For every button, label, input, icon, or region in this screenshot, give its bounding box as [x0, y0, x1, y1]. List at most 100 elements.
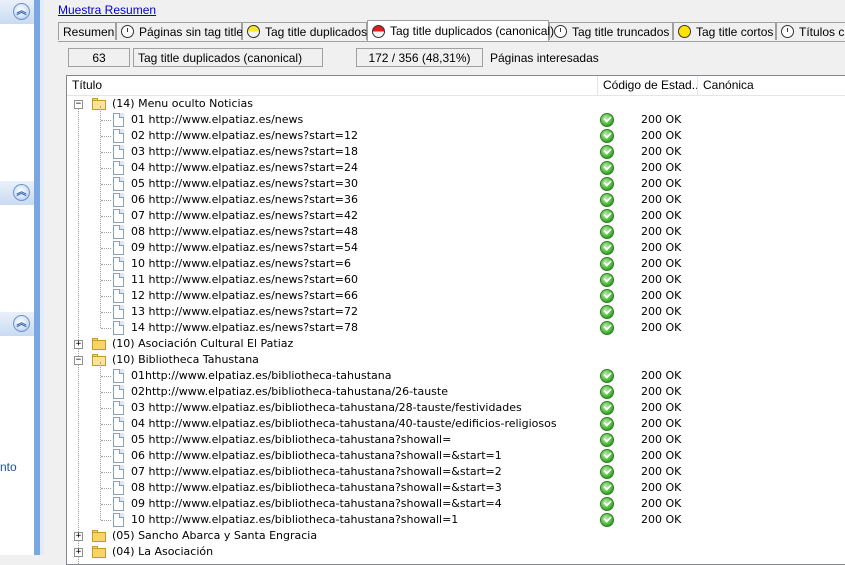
- tab-label: Tag title duplicados: [265, 24, 368, 39]
- checkmark-ok-icon: [600, 369, 614, 383]
- checkmark-ok-icon: [600, 433, 614, 447]
- table-row[interactable]: 05 http://www.elpatiaz.es/news?start=30 2…: [67, 176, 845, 192]
- column-header: Título Código de Estad... Canónica: [67, 76, 845, 96]
- expand-toggle-icon[interactable]: +: [74, 532, 83, 541]
- group-label: (10) Asociación Cultural El Patiaz: [112, 337, 294, 350]
- status-code: 200 OK: [641, 401, 682, 414]
- page-url: 05 http://www.elpatiaz.es/bibliotheca-ta…: [131, 433, 452, 446]
- tree-connector: [101, 328, 111, 330]
- tree-connector: [101, 440, 111, 442]
- table-row[interactable]: 03 http://www.elpatiaz.es/news?start=18 2…: [67, 144, 845, 160]
- tree-rows: − (14) Menu oculto Noticias 01 http://www.…: [67, 96, 845, 564]
- category-box: Tag title duplicados (canonical): [133, 48, 323, 67]
- table-row[interactable]: 05 http://www.elpatiaz.es/bibliotheca-ta…: [67, 432, 845, 448]
- expand-toggle-icon[interactable]: +: [74, 548, 83, 557]
- table-row[interactable]: 06 http://www.elpatiaz.es/news?start=36 2…: [67, 192, 845, 208]
- table-row[interactable]: 01http://www.elpatiaz.es/bibliotheca-tah…: [67, 368, 845, 384]
- page-icon: [113, 273, 124, 287]
- table-row[interactable]: 09 http://www.elpatiaz.es/news?start=54 2…: [67, 240, 845, 256]
- page-url: 01 http://www.elpatiaz.es/news: [131, 113, 304, 126]
- status-code: 200 OK: [641, 481, 682, 494]
- status-code: 200 OK: [641, 369, 682, 382]
- tree-connector: [101, 248, 111, 250]
- sidebar-partial-text[interactable]: nto: [0, 460, 17, 474]
- table-row[interactable]: 04 http://www.elpatiaz.es/news?start=24 2…: [67, 160, 845, 176]
- tree-connector: [100, 362, 102, 520]
- page-icon: [113, 241, 124, 255]
- yellow-circle-icon: [678, 25, 691, 38]
- tree-connector: [101, 296, 111, 298]
- folder-icon: [92, 530, 107, 542]
- page-icon: [113, 497, 124, 511]
- tab-tag-title-duplicados[interactable]: Tag title duplicados: [242, 22, 367, 40]
- table-row[interactable]: 07 http://www.elpatiaz.es/news?start=42 2…: [67, 208, 845, 224]
- table-row[interactable]: 11 http://www.elpatiaz.es/news?start=60 2…: [67, 272, 845, 288]
- table-row[interactable]: 10 http://www.elpatiaz.es/bibliotheca-ta…: [67, 512, 845, 528]
- folder-body: [92, 356, 106, 366]
- tab-paginas-sin-tag-title[interactable]: Páginas sin tag title: [116, 22, 243, 40]
- tree-group-row[interactable]: + (05) Sancho Abarca y Santa Engracia: [67, 528, 845, 544]
- tree-connector: [101, 152, 111, 154]
- tab-resumen[interactable]: Resumen: [58, 22, 116, 40]
- results-tree[interactable]: Título Código de Estad... Canónica − (14)…: [66, 75, 845, 565]
- status-code: 200 OK: [641, 177, 682, 190]
- page-icon: [113, 113, 124, 127]
- status-code: 200 OK: [641, 385, 682, 398]
- page-icon: [113, 513, 124, 527]
- page-icon: [113, 481, 124, 495]
- status-code: 200 OK: [641, 257, 682, 270]
- column-canonical[interactable]: Canónica: [698, 76, 845, 95]
- column-status-code[interactable]: Código de Estad...: [598, 76, 698, 95]
- summary-link[interactable]: Muestra Resumen: [58, 3, 156, 17]
- table-row[interactable]: 07 http://www.elpatiaz.es/bibliotheca-ta…: [67, 464, 845, 480]
- checkmark-ok-icon: [600, 113, 614, 127]
- table-row[interactable]: 14 http://www.elpatiaz.es/news?start=78 2…: [67, 320, 845, 336]
- page-url: 12 http://www.elpatiaz.es/news?start=66: [131, 289, 358, 302]
- page-url: 13 http://www.elpatiaz.es/news?start=72: [131, 305, 358, 318]
- tree-connector: [101, 200, 111, 202]
- table-row[interactable]: 08 http://www.elpatiaz.es/news?start=48 2…: [67, 224, 845, 240]
- page-icon: [113, 129, 124, 143]
- tab-divider: [58, 41, 845, 42]
- table-row[interactable]: 03 http://www.elpatiaz.es/bibliotheca-ta…: [67, 400, 845, 416]
- chevron-up-icon[interactable]: ︽: [13, 315, 30, 332]
- tab-tag-title-duplicados-canonical[interactable]: Tag title duplicados (canonical): [367, 20, 554, 41]
- tab-titulos[interactable]: Títulos c: [776, 22, 845, 40]
- table-row[interactable]: 02http://www.elpatiaz.es/bibliotheca-tah…: [67, 384, 845, 400]
- table-row[interactable]: 13 http://www.elpatiaz.es/news?start=72 2…: [67, 304, 845, 320]
- tab-tag-title-truncados[interactable]: Tag title truncados: [549, 22, 673, 40]
- table-row[interactable]: 09 http://www.elpatiaz.es/bibliotheca-ta…: [67, 496, 845, 512]
- table-row[interactable]: 12 http://www.elpatiaz.es/news?start=66 2…: [67, 288, 845, 304]
- table-row[interactable]: 06 http://www.elpatiaz.es/bibliotheca-ta…: [67, 448, 845, 464]
- left-sidebar: ︽ ︽ ︽ nto: [0, 0, 44, 555]
- table-row[interactable]: 10 http://www.elpatiaz.es/news?start=6 20…: [67, 256, 845, 272]
- collapse-toggle-icon[interactable]: −: [74, 100, 83, 109]
- checkmark-ok-icon: [600, 513, 614, 527]
- collapse-toggle-icon[interactable]: −: [74, 356, 83, 365]
- table-row[interactable]: 01 http://www.elpatiaz.es/news 200 OK: [67, 112, 845, 128]
- chevron-up-icon[interactable]: ︽: [13, 184, 30, 201]
- chevron-up-icon[interactable]: ︽: [13, 3, 30, 20]
- table-row[interactable]: 04 http://www.elpatiaz.es/bibliotheca-ta…: [67, 416, 845, 432]
- tree-connector: [101, 168, 111, 170]
- column-title[interactable]: Título: [67, 76, 598, 95]
- page-icon: [113, 417, 124, 431]
- tab-tag-title-cortos[interactable]: Tag title cortos: [673, 22, 776, 40]
- status-code: 200 OK: [641, 193, 682, 206]
- page-icon: [113, 289, 124, 303]
- folder-body: [92, 340, 106, 350]
- tree-connector: [101, 264, 111, 266]
- table-row[interactable]: 08 http://www.elpatiaz.es/bibliotheca-ta…: [67, 480, 845, 496]
- tree-group-row[interactable]: + (04) La Asociación: [67, 544, 845, 560]
- tree-group-row[interactable]: − (10) Bibliotheca Tahustana: [67, 352, 845, 368]
- status-code: 200 OK: [641, 113, 682, 126]
- expand-toggle-icon[interactable]: +: [74, 340, 83, 349]
- tree-connector: [101, 136, 111, 138]
- count-box: 63: [68, 48, 130, 67]
- status-code: 200 OK: [641, 129, 682, 142]
- table-row[interactable]: 02 http://www.elpatiaz.es/news?start=12 2…: [67, 128, 845, 144]
- tree-group-row[interactable]: − (14) Menu oculto Noticias: [67, 96, 845, 112]
- tree-group-row[interactable]: + (10) Asociación Cultural El Patiaz: [67, 336, 845, 352]
- page-url: 10 http://www.elpatiaz.es/bibliotheca-ta…: [131, 513, 459, 526]
- status-code: 200 OK: [641, 497, 682, 510]
